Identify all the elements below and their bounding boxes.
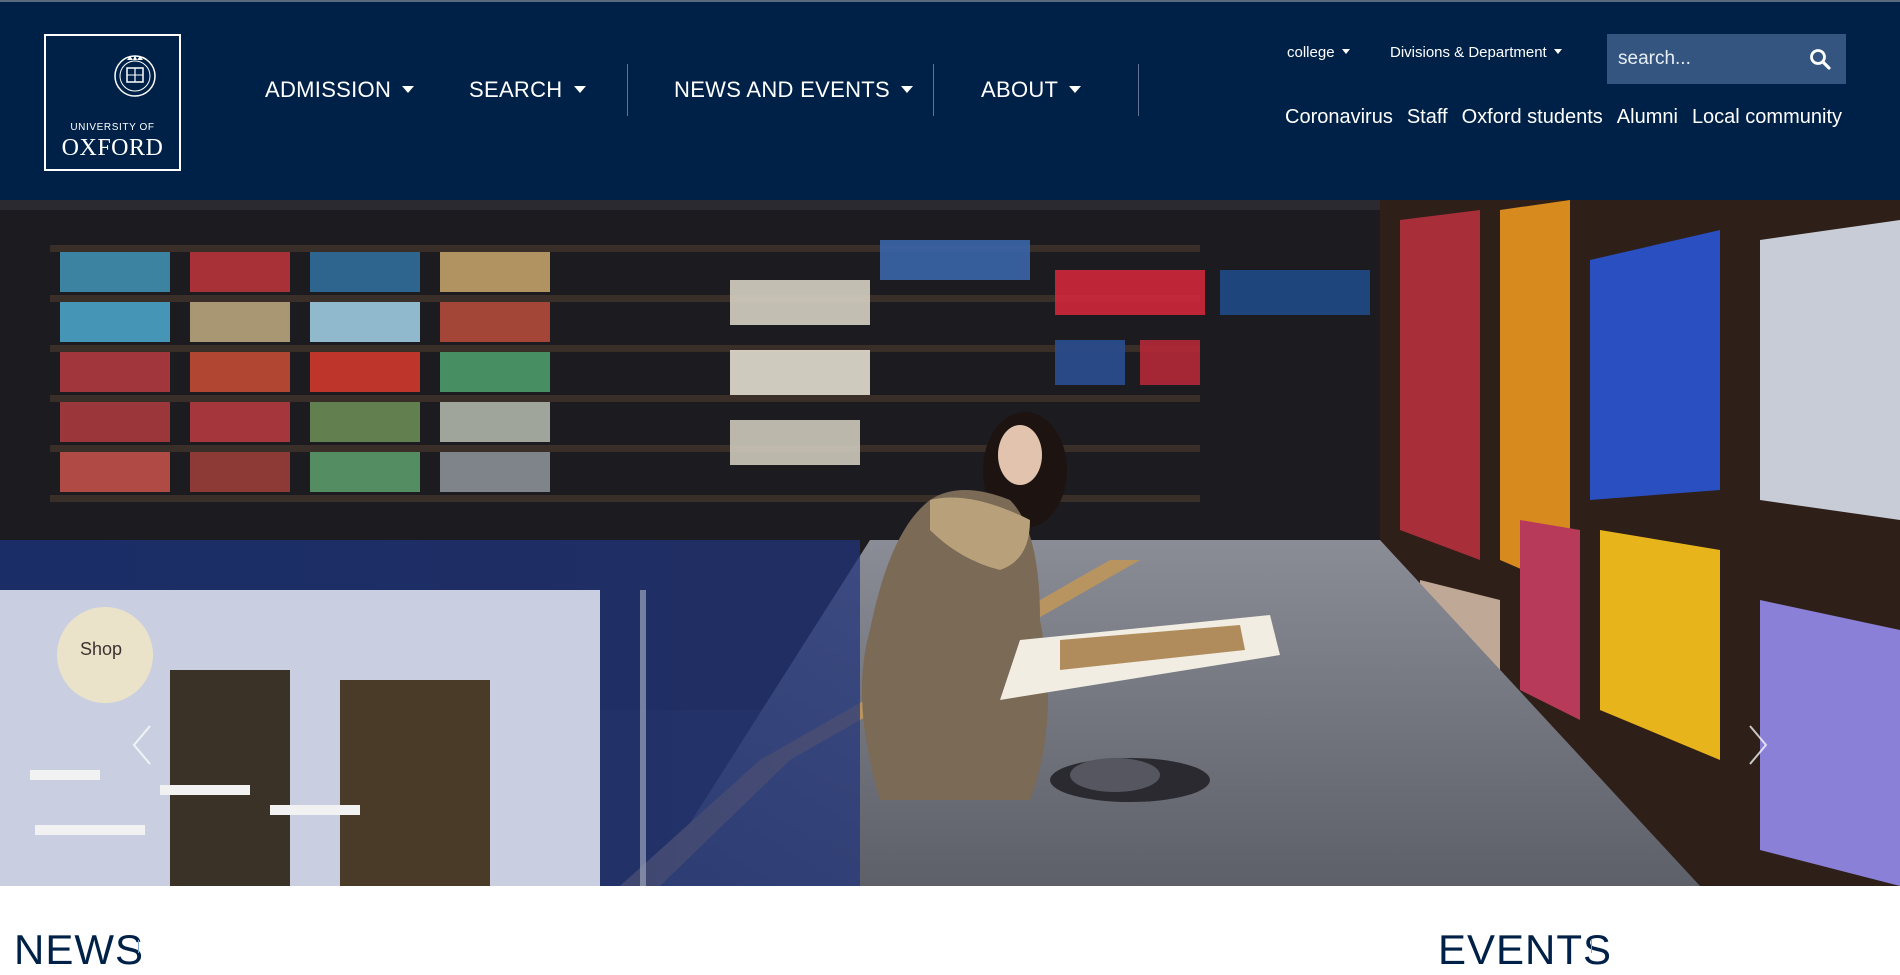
nav-admission-label: ADMISSION (265, 77, 392, 102)
nav-divider (627, 64, 628, 116)
nav-news-and-events-label: NEWS AND EVENTS (674, 77, 890, 102)
events-title-accent (1591, 940, 1592, 953)
search-box (1607, 34, 1846, 84)
link-coronavirus[interactable]: Coronavirus (1285, 106, 1393, 129)
nav-news-and-events[interactable]: NEWS AND EVENTS (674, 62, 913, 118)
crest-icon (114, 55, 156, 97)
nav-divider (933, 64, 934, 116)
carousel-prev-icon[interactable] (128, 720, 158, 770)
caret-down-icon (1341, 49, 1350, 54)
link-alumni[interactable]: Alumni (1617, 106, 1678, 129)
link-staff[interactable]: Staff (1407, 106, 1448, 129)
search-icon[interactable] (1808, 47, 1832, 71)
logo-line-2: OXFORD (61, 135, 164, 161)
carousel-next-icon[interactable] (1742, 720, 1772, 770)
shop-sign: Shop (80, 639, 122, 659)
quick-links: Coronavirus Staff Oxford students Alumni… (1285, 106, 1842, 129)
caret-down-icon (900, 86, 913, 93)
link-local-community[interactable]: Local community (1692, 106, 1842, 129)
caret-down-icon (1553, 49, 1562, 54)
hero-carousel: Shop (0, 200, 1900, 886)
news-title-accent (138, 940, 139, 953)
university-logo[interactable]: UNIVERSITY OF OXFORD (44, 34, 181, 171)
hero-image: Shop (0, 200, 1900, 886)
link-oxford-students[interactable]: Oxford students (1462, 106, 1603, 129)
search-input[interactable] (1607, 34, 1797, 84)
college-dropdown-label: college (1287, 44, 1335, 61)
caret-down-icon (402, 86, 415, 93)
site-header: UNIVERSITY OF OXFORD ADMISSION SEARCH NE… (0, 2, 1900, 200)
nav-about-label: ABOUT (981, 77, 1059, 102)
events-section-title: EVENTS (1438, 926, 1613, 973)
divisions-dropdown[interactable]: Divisions & Department (1390, 44, 1562, 61)
nav-admission[interactable]: ADMISSION (265, 62, 415, 118)
nav-divider (1138, 64, 1139, 116)
nav-search-label: SEARCH (469, 77, 563, 102)
college-dropdown[interactable]: college (1287, 44, 1350, 61)
news-section-title: NEWS (14, 926, 144, 973)
caret-down-icon (573, 86, 586, 93)
logo-line-1: UNIVERSITY OF (70, 122, 155, 133)
nav-about[interactable]: ABOUT (981, 62, 1082, 118)
nav-search[interactable]: SEARCH (469, 62, 586, 118)
caret-down-icon (1069, 86, 1082, 93)
divisions-dropdown-label: Divisions & Department (1390, 44, 1547, 61)
